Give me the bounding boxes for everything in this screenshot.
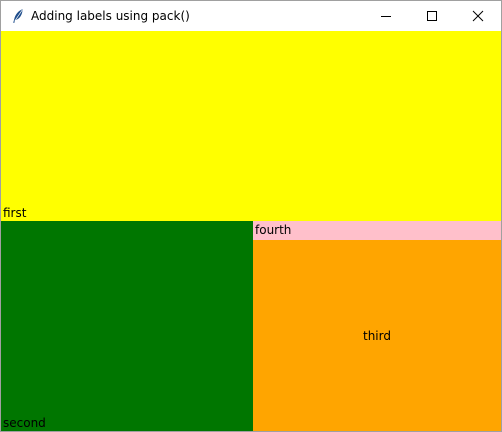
label-third: third <box>253 240 501 431</box>
minimize-icon <box>381 16 391 17</box>
app-window: Adding labels using pack() first second … <box>0 0 502 432</box>
label-second-text: second <box>3 416 46 430</box>
label-first: first <box>1 31 501 221</box>
label-fourth-text: fourth <box>255 223 292 237</box>
label-first-text: first <box>3 206 27 220</box>
close-button[interactable] <box>455 1 501 31</box>
feather-icon[interactable] <box>10 8 26 24</box>
window-title: Adding labels using pack() <box>31 9 190 23</box>
label-second: second <box>1 221 253 431</box>
window-client-area: first second fourth third <box>1 31 501 431</box>
close-icon <box>472 10 484 22</box>
label-fourth: fourth <box>253 221 501 240</box>
maximize-button[interactable] <box>409 1 455 31</box>
title-bar[interactable]: Adding labels using pack() <box>1 1 501 31</box>
label-third-text: third <box>363 328 391 343</box>
minimize-button[interactable] <box>363 1 409 31</box>
maximize-icon <box>427 11 437 21</box>
